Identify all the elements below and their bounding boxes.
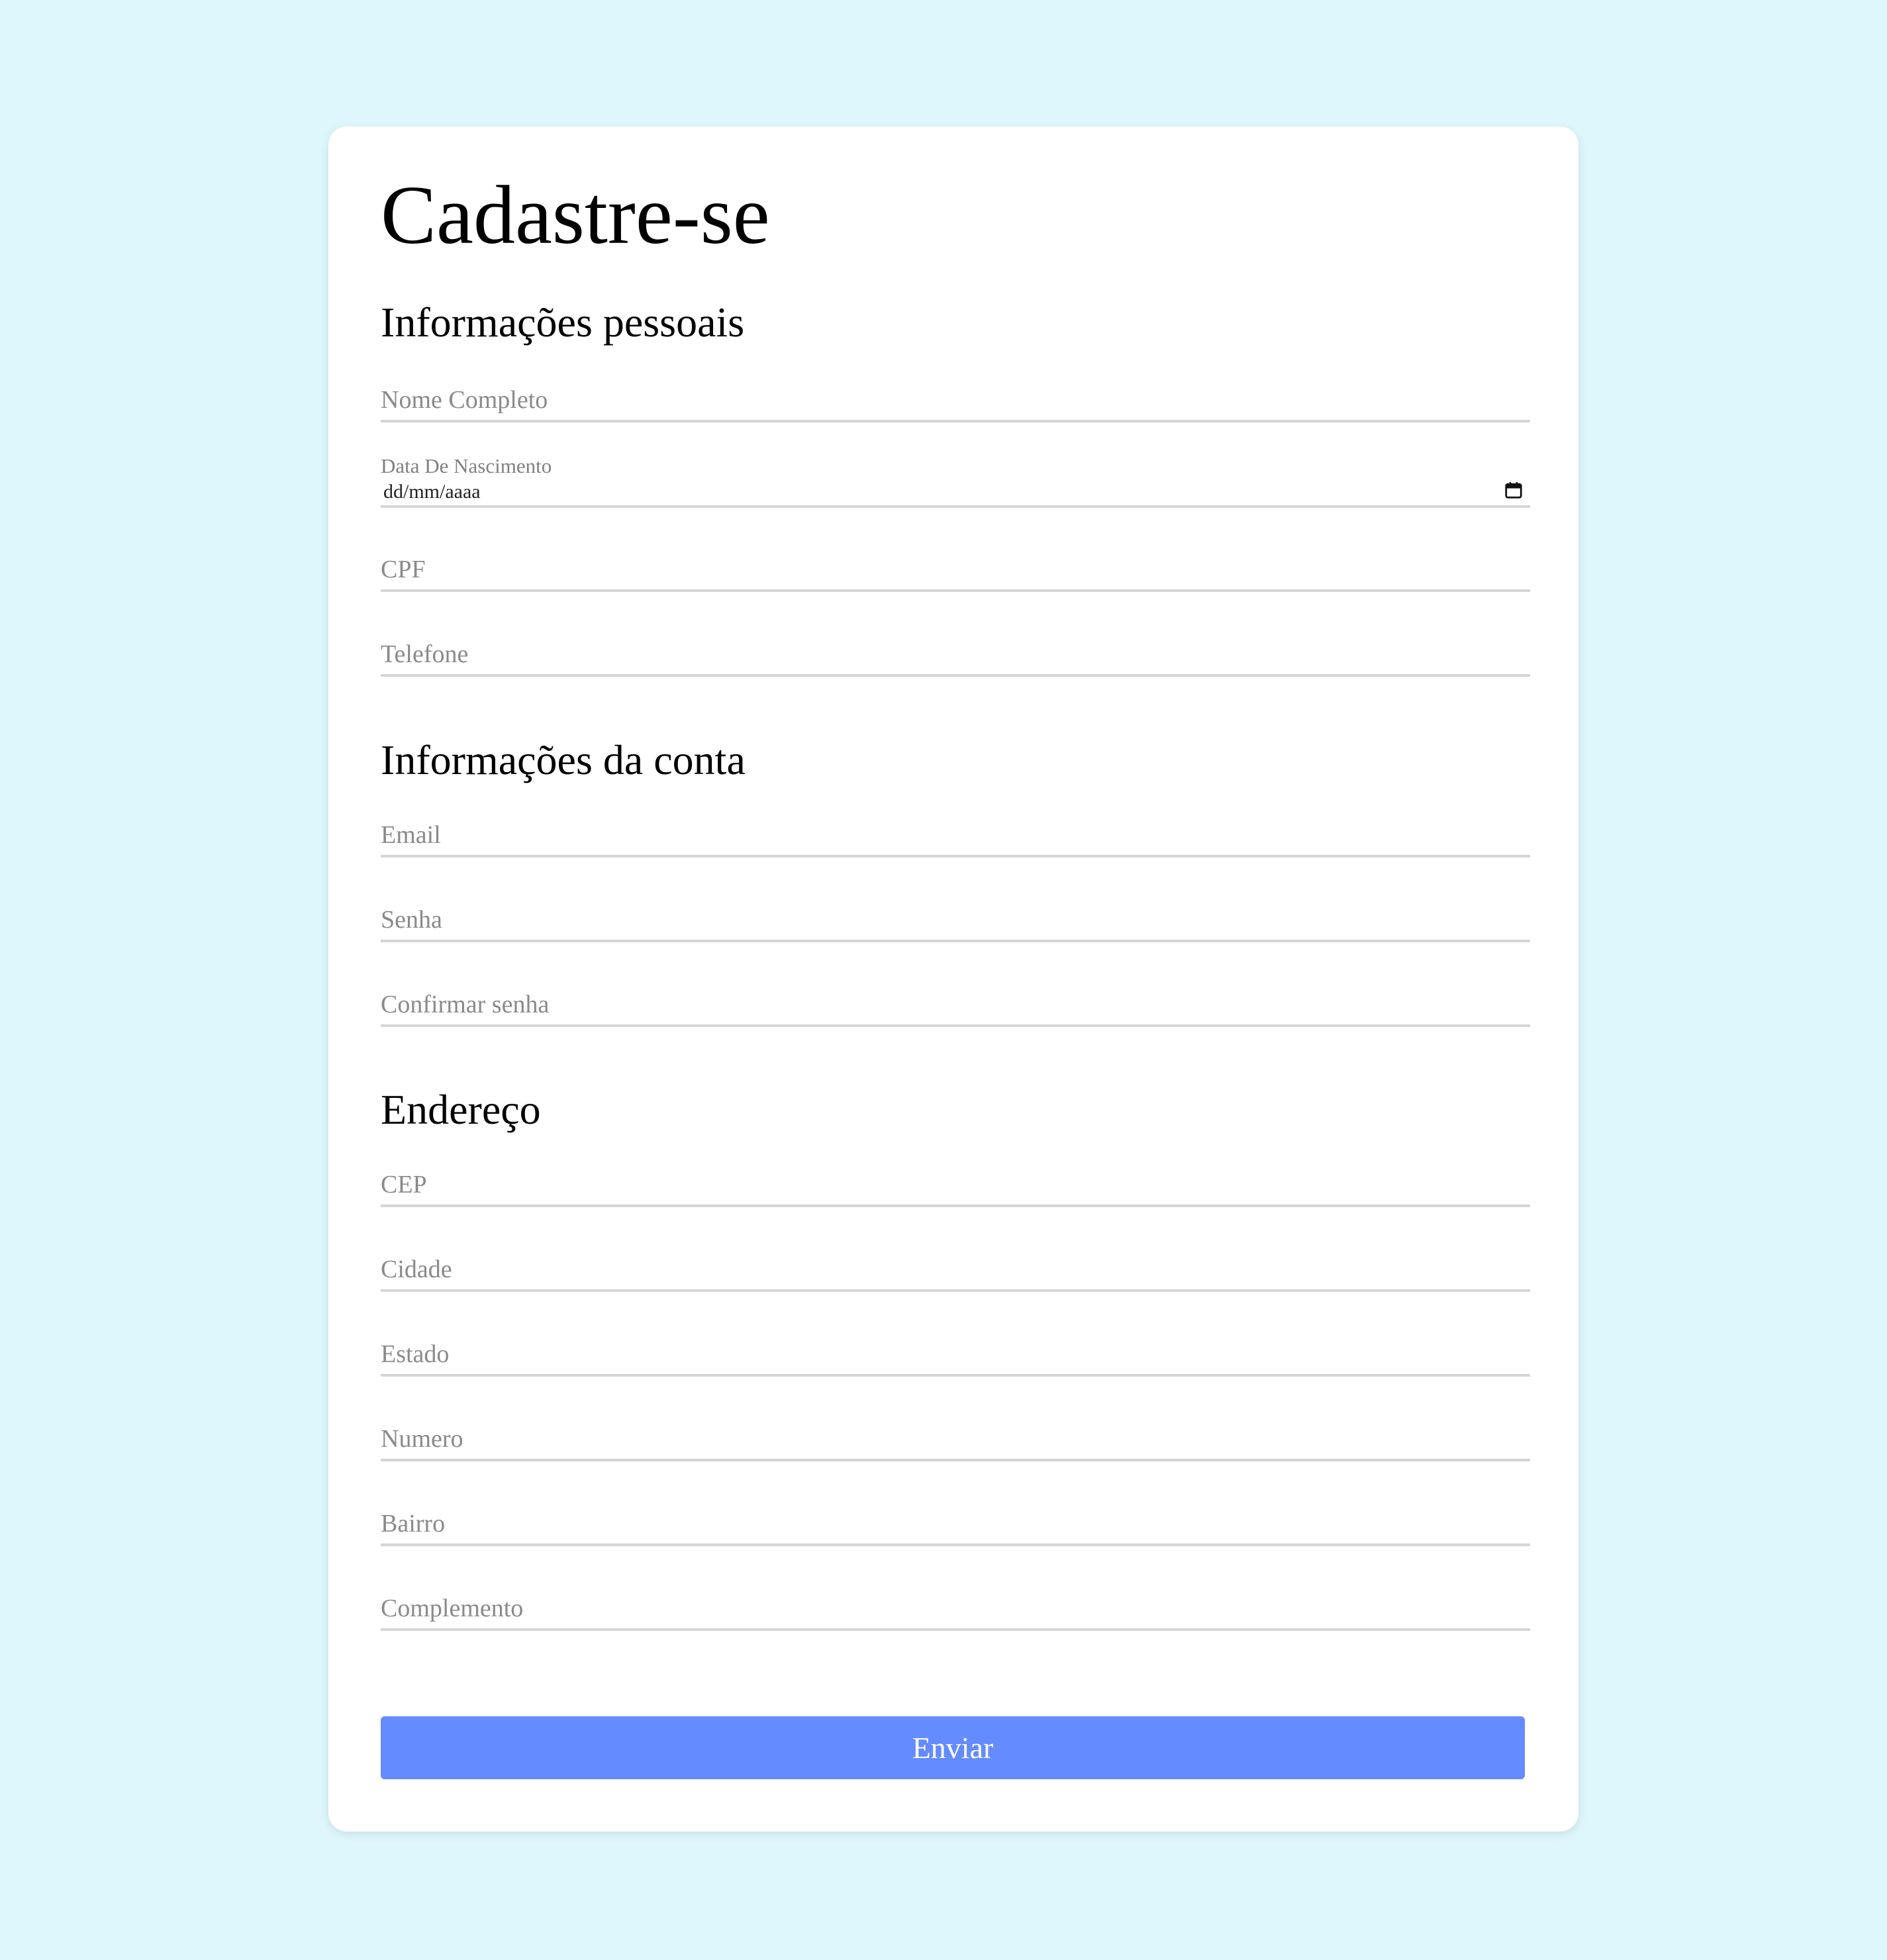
signup-card: Cadastre-se Informações pessoais Data De… (328, 126, 1578, 1832)
section-title-address: Endereço (381, 1086, 541, 1133)
birth-date-label: Data De Nascimento (381, 454, 552, 477)
number-input[interactable] (381, 1419, 1530, 1459)
password-input[interactable] (381, 900, 1530, 940)
calendar-icon[interactable] (1504, 480, 1524, 500)
email-input[interactable] (381, 815, 1530, 855)
city-field (381, 1250, 1530, 1292)
confirm-password-field (381, 985, 1530, 1027)
neighborhood-input[interactable] (381, 1504, 1530, 1544)
page-title: Cadastre-se (381, 170, 770, 262)
phone-input[interactable] (381, 634, 1530, 674)
state-field (381, 1334, 1530, 1377)
section-title-account: Informações da conta (381, 736, 746, 783)
neighborhood-field (381, 1504, 1530, 1546)
phone-field (381, 634, 1530, 677)
full-name-field (381, 380, 1530, 422)
state-input[interactable] (381, 1334, 1530, 1374)
full-name-input[interactable] (381, 380, 1530, 420)
complement-field (381, 1589, 1530, 1631)
number-field (381, 1419, 1530, 1461)
email-field (381, 815, 1530, 858)
birth-date-input[interactable]: dd/mm/aaaa (381, 476, 1530, 508)
complement-input[interactable] (381, 1589, 1530, 1628)
cpf-input[interactable] (381, 550, 1530, 589)
cep-field (381, 1165, 1530, 1207)
cpf-field (381, 550, 1530, 592)
submit-button[interactable]: Enviar (381, 1716, 1525, 1779)
confirm-password-input[interactable] (381, 985, 1530, 1024)
birth-date-placeholder: dd/mm/aaaa (383, 481, 481, 503)
section-title-personal: Informações pessoais (381, 299, 745, 346)
cep-input[interactable] (381, 1165, 1530, 1204)
city-input[interactable] (381, 1250, 1530, 1289)
password-field (381, 900, 1530, 942)
